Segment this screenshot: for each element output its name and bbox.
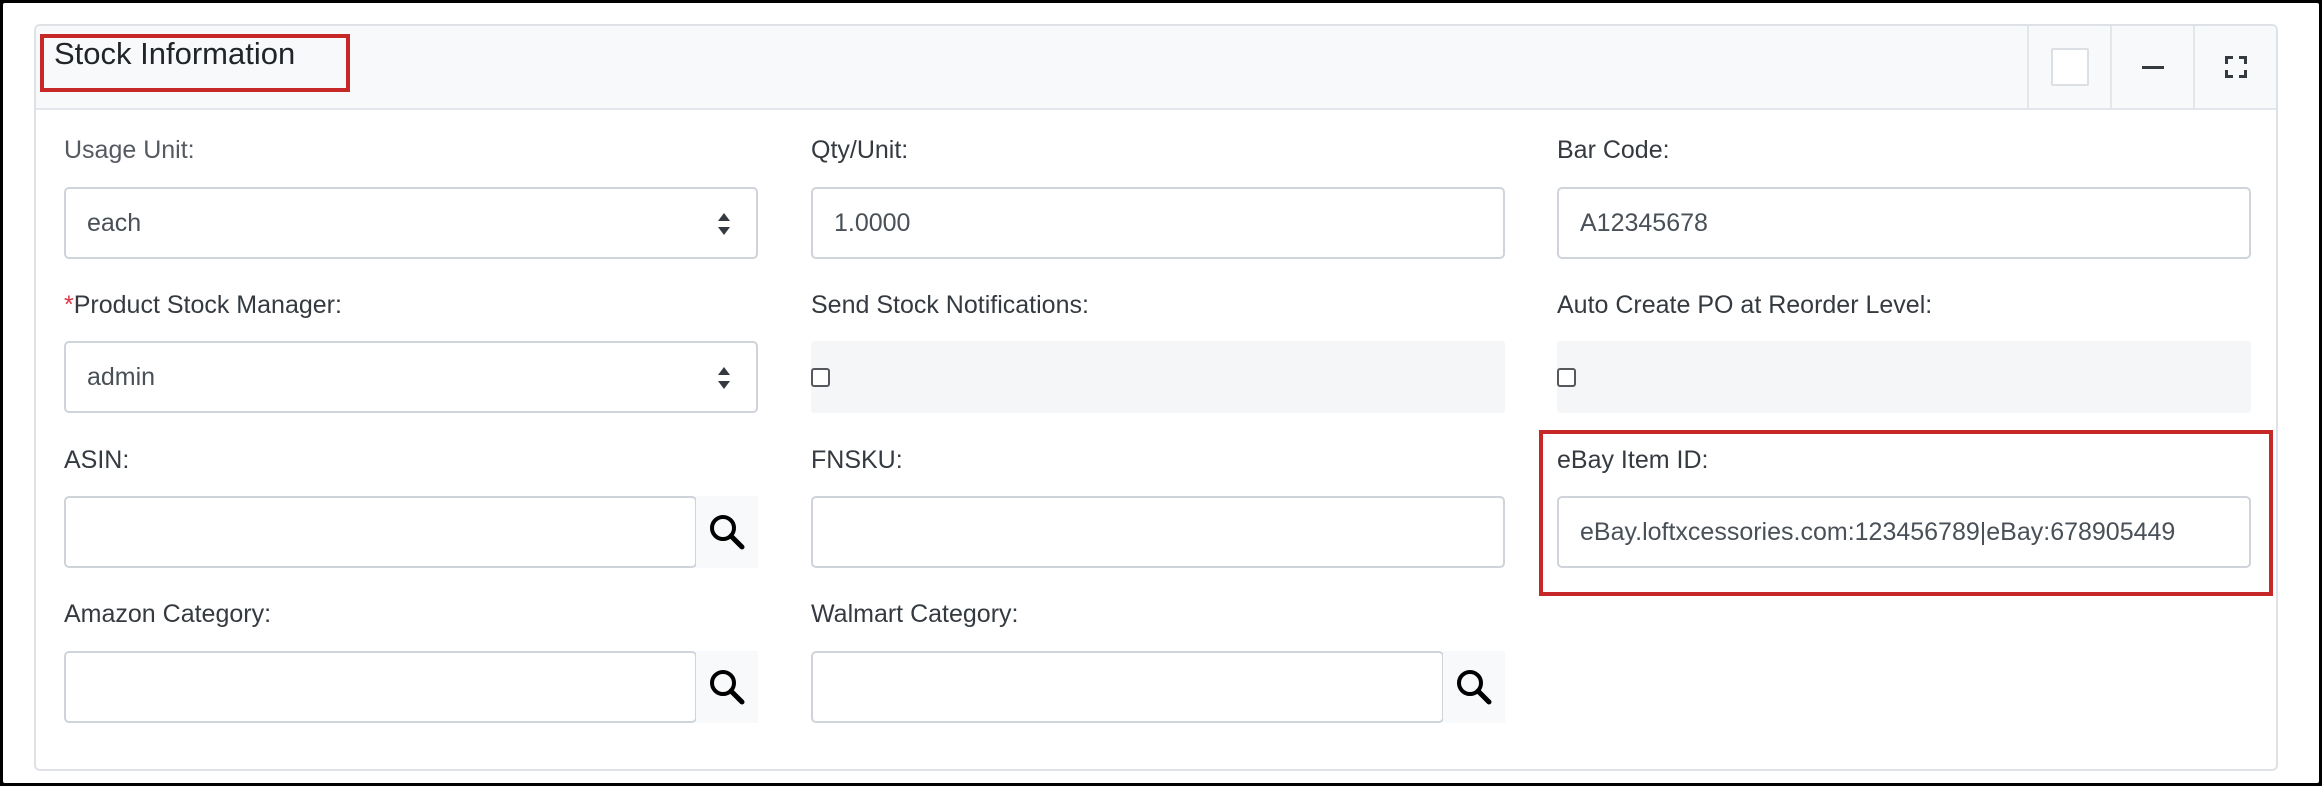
send-stock-notifications-checkbox[interactable] — [811, 368, 830, 387]
walmart-category-input[interactable] — [811, 651, 1444, 723]
qty-unit-value: 1.0000 — [834, 208, 911, 237]
panel-tools — [2027, 26, 2276, 108]
qty-unit-input[interactable]: 1.0000 — [811, 187, 1505, 259]
expand-button[interactable] — [2193, 26, 2276, 108]
ebay-item-id-input[interactable]: eBay.loftxcessories.com:123456789|eBay:6… — [1557, 496, 2251, 568]
qty-unit-label: Qty/Unit: — [811, 136, 909, 164]
select-arrows-icon — [718, 213, 730, 237]
product-stock-manager-label: *Product Stock Manager: — [64, 291, 342, 320]
product-stock-manager-select[interactable]: admin — [64, 341, 758, 413]
blank-tool-button[interactable] — [2027, 26, 2110, 108]
page-frame: Stock Information Usage Unit: each Qty/U… — [3, 3, 2319, 783]
bar-code-input[interactable]: A12345678 — [1557, 187, 2251, 259]
send-stock-notifications-label: Send Stock Notifications: — [811, 291, 1089, 319]
ebay-item-id-value: eBay.loftxcessories.com:123456789|eBay:6… — [1580, 517, 2176, 546]
search-icon — [1457, 670, 1492, 705]
expand-icon — [2224, 56, 2247, 78]
panel-header: Stock Information — [36, 26, 2276, 110]
auto-create-po-label: Auto Create PO at Reorder Level: — [1557, 291, 1933, 319]
auto-create-po-field — [1557, 341, 2251, 413]
required-mark: * — [64, 291, 74, 319]
stock-information-panel: Stock Information Usage Unit: each Qty/U… — [34, 24, 2278, 771]
ebay-item-id-label: eBay Item ID: — [1557, 446, 1709, 474]
auto-create-po-checkbox[interactable] — [1557, 368, 1576, 387]
search-icon — [710, 515, 745, 550]
minimize-button[interactable] — [2110, 26, 2193, 108]
walmart-category-search-button[interactable] — [1443, 651, 1505, 723]
usage-unit-select[interactable]: each — [64, 187, 758, 259]
select-arrows-icon — [718, 367, 730, 391]
send-stock-notifications-field — [811, 341, 1505, 413]
asin-label: ASIN: — [64, 446, 130, 474]
asin-search-button[interactable] — [696, 496, 758, 568]
bar-code-label: Bar Code: — [1557, 136, 1670, 164]
panel-title: Stock Information — [54, 36, 296, 71]
bar-code-value: A12345678 — [1580, 208, 1708, 237]
product-stock-manager-label-text: Product Stock Manager: — [73, 291, 342, 319]
product-stock-manager-value: admin — [87, 362, 156, 391]
amazon-category-search-button[interactable] — [696, 651, 758, 723]
blank-square-icon — [2050, 48, 2089, 86]
amazon-category-input[interactable] — [64, 651, 697, 723]
fnsku-input[interactable] — [811, 496, 1505, 568]
asin-input[interactable] — [64, 496, 697, 568]
walmart-category-label: Walmart Category: — [811, 600, 1019, 628]
fnsku-label: FNSKU: — [811, 446, 903, 474]
minimize-icon — [2141, 65, 2164, 69]
search-icon — [710, 670, 745, 705]
usage-unit-label: Usage Unit: — [64, 136, 195, 164]
usage-unit-value: each — [87, 208, 142, 237]
amazon-category-label: Amazon Category: — [64, 600, 272, 628]
